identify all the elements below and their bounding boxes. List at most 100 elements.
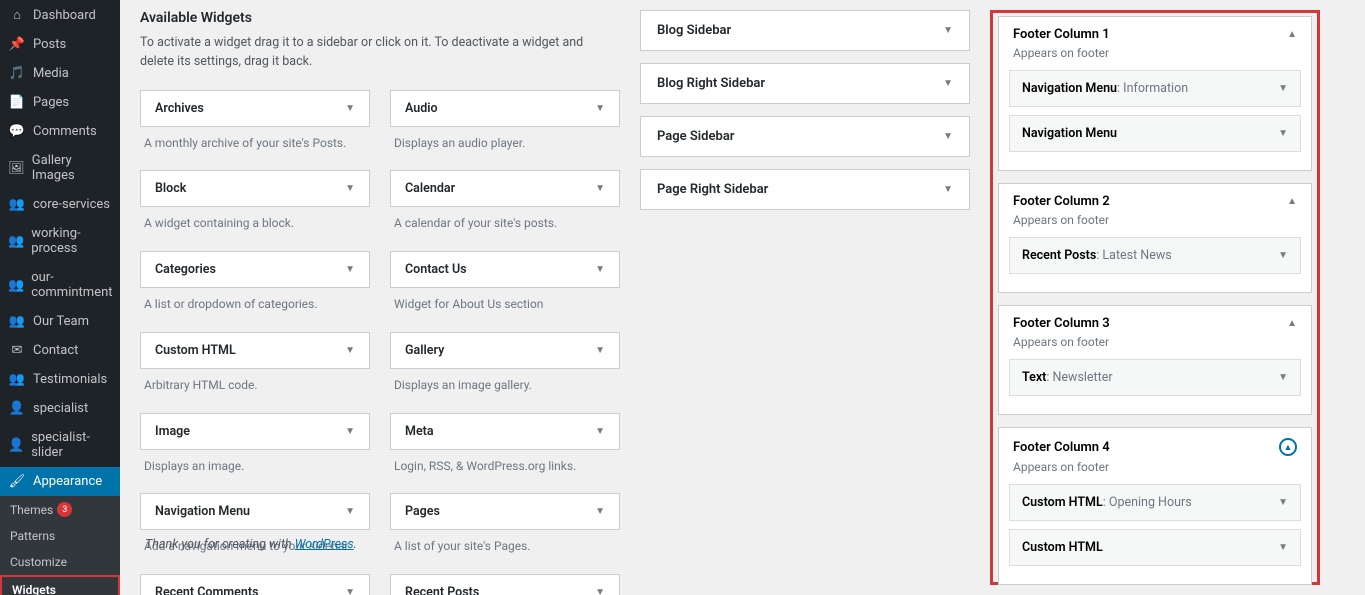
footer-col-header[interactable]: Footer Column 4▲ xyxy=(999,428,1311,460)
sub-label: Patterns xyxy=(10,529,55,543)
collapse-circle-icon[interactable]: ▲ xyxy=(1279,438,1297,456)
sidebar-item-dashboard[interactable]: ⌂Dashboard xyxy=(0,0,120,30)
sidebar-item-working-process[interactable]: 👥 working-process xyxy=(0,219,120,263)
footer-col-sub: Appears on footer xyxy=(999,335,1311,359)
sidebar-item-commitment[interactable]: 👥our-commintment xyxy=(0,263,120,307)
footer-column: Footer Column 3▲Appears on footerText: N… xyxy=(998,305,1312,415)
comment-icon: 💬 xyxy=(8,124,26,139)
widget-name: Gallery xyxy=(405,343,444,358)
sidebar-area[interactable]: Page Sidebar▼ xyxy=(640,116,970,157)
widget-box[interactable]: Image▼ xyxy=(140,413,370,450)
footer-widget[interactable]: Navigation Menu▼ xyxy=(1009,115,1301,152)
widget-box[interactable]: Archives▼ xyxy=(140,90,370,127)
widget-name: Pages xyxy=(405,504,440,519)
available-widget: Recent Comments▼Your site's most recent … xyxy=(140,574,370,595)
available-widget: Meta▼Login, RSS, & WordPress.org links. xyxy=(390,413,620,489)
widget-box[interactable]: Pages ▼ xyxy=(390,493,620,530)
widget-box[interactable]: Navigation Menu▼ xyxy=(140,493,370,530)
sidebar-area[interactable]: Blog Right Sidebar▼ xyxy=(640,63,970,104)
widget-name: Navigation Menu xyxy=(155,504,250,519)
widget-name: Audio xyxy=(405,101,438,116)
widget-box[interactable]: Block▼ xyxy=(140,170,370,207)
widget-box[interactable]: Categories▼ xyxy=(140,251,370,288)
chevron-down-icon: ▼ xyxy=(345,264,355,275)
sidebar-item-specialist[interactable]: 👤specialist xyxy=(0,394,120,423)
widget-name: Block xyxy=(155,181,186,196)
footer-column: Footer Column 1▲Appears on footerNavigat… xyxy=(998,16,1312,171)
sidebar-sub-themes[interactable]: Themes3 xyxy=(0,496,120,523)
chevron-down-icon: ▼ xyxy=(1278,542,1288,553)
sidebar-item-media[interactable]: 🎵Media xyxy=(0,59,120,88)
content-area: Available Widgets To activate a widget d… xyxy=(120,0,1365,595)
chevron-down-icon: ▼ xyxy=(345,103,355,114)
gallery-icon: 🖼 xyxy=(8,161,25,176)
footer-col-header[interactable]: Footer Column 3▲ xyxy=(999,306,1311,335)
widget-desc: Displays an image gallery. xyxy=(390,369,620,408)
footer-col-title: Footer Column 2 xyxy=(1013,194,1110,209)
sidebar-item-testimonials[interactable]: 👥Testimonials xyxy=(0,365,120,394)
widget-name: Image xyxy=(155,424,190,439)
mail-icon: ✉ xyxy=(8,343,26,358)
sidebar-item-appearance[interactable]: 🖌Appearance xyxy=(0,467,120,496)
chevron-down-icon: ▼ xyxy=(595,264,605,275)
footer-col-sub: Appears on footer xyxy=(999,46,1311,70)
sidebar-item-pages[interactable]: 📄Pages xyxy=(0,88,120,117)
widget-box[interactable]: Gallery▼ xyxy=(390,332,620,369)
sidebar-item-core-services[interactable]: 👥core-services xyxy=(0,190,120,219)
chevron-down-icon: ▼ xyxy=(943,131,953,142)
sidebar-item-posts[interactable]: 📌Posts xyxy=(0,30,120,59)
available-widget: Image▼Displays an image. xyxy=(140,413,370,489)
sidebar-item-specialist-slider[interactable]: 👤specialist-slider xyxy=(0,423,120,467)
footer-widget[interactable]: Navigation Menu: Information▼ xyxy=(1009,70,1301,107)
sidebar-item-comments[interactable]: 💬Comments xyxy=(0,117,120,146)
chevron-down-icon: ▼ xyxy=(595,103,605,114)
widget-name: Calendar xyxy=(405,181,455,196)
widget-box[interactable]: Audio ▼ xyxy=(390,90,620,127)
chevron-down-icon: ▼ xyxy=(345,587,355,595)
footer-widget[interactable]: Recent Posts: Latest News▼ xyxy=(1009,237,1301,274)
widget-box[interactable]: Custom HTML▼ xyxy=(140,332,370,369)
sidebar-area[interactable]: Blog Sidebar▼ xyxy=(640,10,970,51)
sidebar-sub-customize[interactable]: Customize xyxy=(0,549,120,575)
sidebar-item-team[interactable]: 👥Our Team xyxy=(0,307,120,336)
footer-col-header[interactable]: Footer Column 2▲ xyxy=(999,184,1311,213)
available-widgets-desc: To activate a widget drag it to a sideba… xyxy=(140,34,620,72)
chevron-down-icon: ▼ xyxy=(595,426,605,437)
sidebar-sub-widgets[interactable]: Widgets xyxy=(0,575,120,595)
sidebar-area[interactable]: Page Right Sidebar ▼ xyxy=(640,169,970,210)
sidebar-item-gallery[interactable]: 🖼Gallery Images xyxy=(0,146,120,190)
widget-desc: A list of your site's Pages. xyxy=(390,530,620,569)
available-widget: Block▼A widget containing a block. xyxy=(140,170,370,246)
admin-sidebar: ⌂Dashboard 📌Posts 🎵Media 📄Pages 💬Comment… xyxy=(0,0,120,595)
sidebar-label: core-services xyxy=(33,197,110,212)
widget-desc: A list or dropdown of categories. xyxy=(140,288,370,327)
sidebar-label: working-process xyxy=(31,226,112,256)
area-title: Page Right Sidebar xyxy=(657,182,768,197)
sidebar-label: Contact xyxy=(33,343,78,358)
available-widget: Audio▼Displays an audio player. xyxy=(390,90,620,166)
sidebar-item-contact[interactable]: ✉ Contact xyxy=(0,336,120,365)
widget-box[interactable]: Calendar▼ xyxy=(390,170,620,207)
footer-widget-name: Custom HTML xyxy=(1022,540,1103,555)
widget-box[interactable]: Meta▼ xyxy=(390,413,620,450)
chevron-down-icon: ▼ xyxy=(943,184,953,195)
footer-col-sub: Appears on footer xyxy=(999,460,1311,484)
widget-box[interactable]: Recent Comments▼ xyxy=(140,574,370,595)
sidebar-sub-patterns[interactable]: Patterns xyxy=(0,523,120,549)
footer-column: Footer Column 4▲Appears on footerCustom … xyxy=(998,427,1312,585)
chevron-down-icon: ▼ xyxy=(595,506,605,517)
widget-box[interactable]: Recent Posts▼ xyxy=(390,574,620,595)
widget-desc: Displays an image. xyxy=(140,450,370,489)
sub-label: Widgets xyxy=(12,583,56,595)
footer-widget[interactable]: Custom HTML: Opening Hours▼ xyxy=(1009,484,1301,521)
widget-name: Contact Us xyxy=(405,262,467,277)
people-icon: 👥 xyxy=(8,234,24,249)
footer-widget[interactable]: Text: Newsletter▼ xyxy=(1009,359,1301,396)
footer-widget[interactable]: Custom HTML ▼ xyxy=(1009,529,1301,566)
widget-box[interactable]: Contact Us ▼ xyxy=(390,251,620,288)
available-widget: Categories▼A list or dropdown of categor… xyxy=(140,251,370,327)
footer-col-header[interactable]: Footer Column 1▲ xyxy=(999,17,1311,46)
widget-desc: A calendar of your site's posts. xyxy=(390,207,620,246)
available-widget: Calendar▼A calendar of your site's posts… xyxy=(390,170,620,246)
wordpress-link[interactable]: WordPress xyxy=(295,537,354,552)
